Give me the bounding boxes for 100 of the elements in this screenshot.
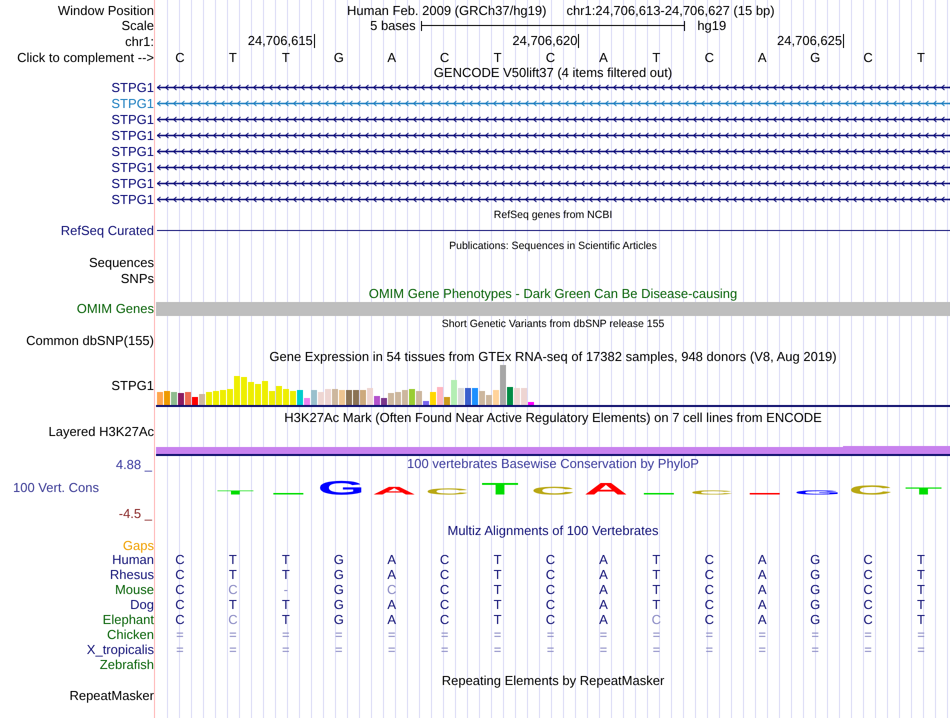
expression-bar[interactable] <box>185 392 191 405</box>
complement-link[interactable]: Click to complement --> <box>17 50 154 64</box>
expression-bar[interactable] <box>367 388 373 405</box>
expression-bar[interactable] <box>402 390 408 405</box>
gene-label[interactable]: STPG1 <box>111 80 154 94</box>
expression-bar[interactable] <box>360 390 366 405</box>
alignment-base: T <box>917 582 925 596</box>
expression-bar[interactable] <box>521 388 527 405</box>
expression-bar[interactable] <box>416 391 422 405</box>
expression-bar[interactable] <box>318 392 324 405</box>
alignment-base: A <box>599 568 608 582</box>
expression-bar[interactable] <box>528 402 534 405</box>
expression-bar[interactable] <box>171 392 177 405</box>
expression-bar[interactable] <box>269 391 275 405</box>
species-label: Zebrafish <box>100 657 154 672</box>
alignment-base: C <box>546 568 556 582</box>
species-label: Dog <box>130 597 154 612</box>
alignment-base: C <box>863 552 873 566</box>
expression-bar[interactable] <box>458 388 464 405</box>
gene-feature[interactable] <box>156 114 950 124</box>
expression-bar[interactable] <box>262 381 268 405</box>
gene-label[interactable]: STPG1 <box>111 176 154 190</box>
expression-bar[interactable] <box>276 386 282 405</box>
gene-feature[interactable] <box>156 130 950 140</box>
expression-bar[interactable] <box>430 392 436 405</box>
expression-bar[interactable] <box>290 391 296 405</box>
expression-bar[interactable] <box>353 390 359 405</box>
gene-feature[interactable] <box>156 178 950 188</box>
expression-bar[interactable] <box>325 389 331 405</box>
gene-label[interactable]: STPG1 <box>111 112 154 126</box>
alignment-base: G <box>810 582 820 596</box>
alignment-base: = <box>546 642 554 656</box>
expression-bar[interactable] <box>227 389 233 405</box>
alignment-base: C <box>546 582 556 596</box>
alignment-base: C <box>440 568 450 582</box>
expression-bar[interactable] <box>346 390 352 405</box>
expression-bar[interactable] <box>192 397 198 405</box>
gene-feature[interactable] <box>156 82 950 92</box>
expression-bar[interactable] <box>206 392 212 405</box>
gene-label[interactable]: STPG1 <box>111 160 154 174</box>
expression-bar[interactable] <box>199 394 205 405</box>
gene-feature[interactable] <box>156 194 950 204</box>
species-label: X_tropicalis <box>86 642 154 657</box>
expression-bar[interactable] <box>304 398 310 405</box>
row-label: Window Position <box>58 2 154 18</box>
expression-bar[interactable] <box>332 389 338 405</box>
expression-bar[interactable] <box>248 382 254 405</box>
alignment-base: T <box>652 582 660 596</box>
expression-bar[interactable] <box>451 380 457 405</box>
expression-bar[interactable] <box>437 387 443 405</box>
expression-bar[interactable] <box>500 365 506 405</box>
gene-feature[interactable] <box>156 162 950 172</box>
base-letter: A <box>758 50 767 64</box>
expression-bar[interactable] <box>479 391 485 405</box>
alignment-base: T <box>652 552 660 566</box>
gene-label[interactable]: STPG1 <box>111 96 154 110</box>
expression-bar[interactable] <box>465 388 471 405</box>
conservation-letter: T <box>904 485 942 497</box>
expression-bar[interactable] <box>241 377 247 405</box>
expression-bar[interactable] <box>255 384 261 405</box>
base-letter: A <box>387 50 396 64</box>
expression-bar[interactable] <box>157 392 163 405</box>
alignment-base: C <box>175 598 185 612</box>
expression-bar[interactable] <box>339 390 345 405</box>
alignment-base: = <box>229 642 237 656</box>
expression-bar[interactable] <box>493 390 499 405</box>
base-letter: T <box>652 50 660 64</box>
expression-bar[interactable] <box>423 401 429 405</box>
track-title: 100 vertebrates Basewise Conservation by PhyloP <box>407 456 699 472</box>
expression-bar[interactable] <box>381 398 387 405</box>
expression-bar[interactable] <box>374 396 380 405</box>
conservation-letter: A <box>584 480 628 498</box>
gene-feature[interactable] <box>156 146 950 156</box>
expression-bar[interactable] <box>213 390 219 405</box>
expression-bar[interactable] <box>283 389 289 405</box>
expression-bar[interactable] <box>514 388 520 405</box>
alignment-base: C <box>704 612 714 626</box>
expression-bar[interactable] <box>507 387 513 405</box>
expression-bar[interactable] <box>220 390 226 405</box>
expression-bar[interactable] <box>297 390 303 405</box>
omim-feature[interactable] <box>156 302 950 316</box>
alignment-base: C <box>175 582 185 596</box>
alignment-base: = <box>388 628 396 642</box>
alignment-base: = <box>334 628 343 642</box>
expression-bar[interactable] <box>178 393 184 405</box>
expression-bar[interactable] <box>409 388 415 405</box>
expression-bar[interactable] <box>444 397 450 405</box>
alignment-base: C <box>440 552 450 566</box>
alignment-base: = <box>334 642 343 656</box>
expression-bar[interactable] <box>311 390 317 405</box>
gene-label[interactable]: STPG1 <box>111 144 154 158</box>
expression-bar[interactable] <box>395 392 401 405</box>
gene-label[interactable]: STPG1 <box>111 192 154 206</box>
expression-bar[interactable] <box>486 395 492 405</box>
expression-bar[interactable] <box>234 376 240 405</box>
gene-label[interactable]: STPG1 <box>111 128 154 142</box>
expression-bar[interactable] <box>164 390 170 405</box>
expression-bar[interactable] <box>472 388 478 405</box>
alignment-base: = <box>600 628 608 642</box>
expression-bar[interactable] <box>388 393 394 405</box>
